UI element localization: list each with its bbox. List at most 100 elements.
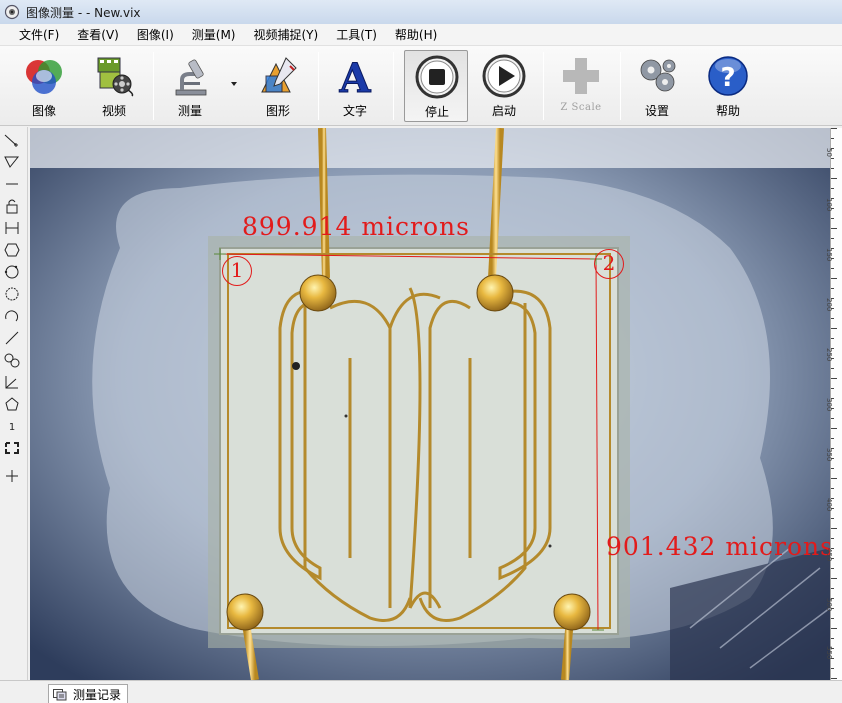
rectangle-select-icon[interactable] bbox=[2, 439, 22, 457]
ruler-tick bbox=[831, 128, 837, 129]
ruler-tick bbox=[831, 388, 834, 389]
start-button[interactable]: 启动 bbox=[474, 50, 534, 122]
ruler-tick bbox=[831, 318, 834, 319]
measure-dropdown-arrow[interactable] bbox=[231, 82, 237, 86]
ruler-tick bbox=[831, 168, 834, 169]
ruler-tick bbox=[831, 628, 837, 629]
pentagon-icon[interactable] bbox=[2, 395, 22, 413]
text-button[interactable]: A 文字 bbox=[325, 50, 385, 122]
image-rgb-icon bbox=[26, 60, 62, 94]
film-reel-icon bbox=[97, 57, 134, 97]
menu-measure[interactable]: 测量(M) bbox=[183, 24, 245, 45]
graphics-button[interactable]: 图形 bbox=[248, 50, 308, 122]
circle-fit-icon[interactable] bbox=[2, 285, 22, 303]
lock-icon[interactable] bbox=[2, 197, 22, 215]
menu-tools[interactable]: 工具(T) bbox=[327, 24, 386, 45]
horizontal-measurement-label[interactable]: 899.914 microns bbox=[242, 212, 470, 241]
ruler-tick bbox=[831, 538, 834, 539]
microscope-image[interactable] bbox=[30, 128, 830, 680]
bond-pad-top-left bbox=[299, 274, 337, 312]
horizontal-line-icon[interactable] bbox=[2, 175, 22, 193]
ruler-tick bbox=[831, 618, 834, 619]
ruler-tick bbox=[831, 178, 837, 179]
title-bar[interactable]: 图像测量 - - New.vix bbox=[0, 0, 842, 24]
angle-measure-icon[interactable] bbox=[2, 153, 22, 171]
ruler-tick bbox=[831, 378, 837, 379]
concentric-circle-icon[interactable] bbox=[2, 351, 22, 369]
stop-button[interactable]: 停止 bbox=[404, 50, 468, 122]
ruler-tick bbox=[831, 578, 837, 579]
menu-help[interactable]: 帮助(H) bbox=[386, 24, 446, 45]
play-icon bbox=[482, 54, 526, 98]
zscale-button[interactable]: Z Scale bbox=[551, 50, 611, 122]
ruler-tick bbox=[831, 588, 834, 589]
measurement-records-tab[interactable]: 测量记录 bbox=[48, 684, 129, 703]
help-question-icon: ? bbox=[708, 56, 748, 96]
arc-icon[interactable] bbox=[2, 307, 22, 325]
ruler-label: 50 bbox=[825, 148, 833, 157]
ruler-tick bbox=[831, 238, 834, 239]
ruler-tick bbox=[831, 138, 834, 139]
ruler-label: 200 bbox=[825, 298, 833, 312]
marker-2[interactable]: 2 bbox=[594, 249, 624, 279]
marker-1[interactable]: 1 bbox=[222, 256, 252, 286]
graphics-button-label: 图形 bbox=[265, 104, 290, 118]
video-button[interactable]: 视频 bbox=[84, 50, 144, 122]
polygon-icon[interactable] bbox=[2, 241, 22, 259]
width-measure-icon[interactable] bbox=[2, 219, 22, 237]
graphics-draw-icon bbox=[261, 57, 297, 93]
angle-icon[interactable] bbox=[2, 373, 22, 391]
ruler-tick bbox=[831, 218, 834, 219]
crosshair-icon[interactable] bbox=[2, 467, 22, 485]
ruler-label: 500 bbox=[825, 598, 833, 612]
help-button[interactable]: ? 帮助 bbox=[698, 50, 758, 122]
measure-button[interactable]: 测量 bbox=[160, 50, 220, 122]
menu-bar: 文件(F) 查看(V) 图像(I) 测量(M) 视频捕捉(Y) 工具(T) 帮助… bbox=[0, 24, 842, 46]
ruler-label: 100 bbox=[825, 198, 833, 212]
measurement-records-tab-label: 测量记录 bbox=[73, 688, 122, 702]
defect-speck bbox=[548, 544, 552, 548]
toolbar-separator bbox=[393, 52, 394, 120]
menu-image[interactable]: 图像(I) bbox=[128, 24, 183, 45]
app-window: 图像测量 - - New.vix 文件(F) 查看(V) 图像(I) 测量(M)… bbox=[0, 0, 842, 703]
stop-button-label: 停止 bbox=[424, 105, 449, 119]
plus-icon bbox=[563, 58, 599, 94]
main-toolbar: 图像 视频 测量 图形 A 文字 停止 启动 Z Scale 设置 ? 帮助 bbox=[0, 46, 842, 126]
toolbar-separator bbox=[153, 52, 154, 120]
ruler-tick bbox=[831, 488, 834, 489]
circle-three-point-icon[interactable] bbox=[2, 263, 22, 281]
defect-speck bbox=[344, 414, 348, 418]
counter-icon[interactable]: 1 bbox=[2, 417, 22, 435]
ruler-label: 350 bbox=[825, 448, 833, 462]
toolbar-separator bbox=[318, 52, 319, 120]
counter-number: 1 bbox=[9, 422, 15, 433]
vertical-measurement-label[interactable]: 901.432 microns bbox=[606, 532, 830, 561]
ruler-label: 400 bbox=[825, 498, 833, 512]
ruler-tick bbox=[831, 438, 834, 439]
ruler-tick bbox=[831, 668, 834, 669]
settings-button[interactable]: 设置 bbox=[627, 50, 687, 122]
defect-speck bbox=[292, 362, 300, 370]
ruler-tick bbox=[831, 638, 834, 639]
menu-video-capture[interactable]: 视频捕捉(Y) bbox=[244, 24, 327, 45]
text-a-icon: A bbox=[338, 55, 372, 99]
line-icon[interactable] bbox=[2, 329, 22, 347]
vertical-ruler: 50 100 150 200 250 300 350 400 450 500 5… bbox=[825, 128, 842, 680]
ruler-tick bbox=[831, 228, 837, 229]
image-button[interactable]: 图像 bbox=[14, 50, 74, 122]
ruler-tick bbox=[831, 368, 834, 369]
stop-icon bbox=[415, 55, 459, 99]
bond-pad-top-right bbox=[476, 274, 514, 312]
bottom-panel-bar: 测量记录 bbox=[0, 680, 842, 703]
ruler-tick bbox=[831, 568, 834, 569]
ruler-tick bbox=[831, 418, 834, 419]
bond-pad-bottom-left bbox=[226, 593, 264, 631]
menu-file[interactable]: 文件(F) bbox=[10, 24, 68, 45]
start-button-label: 启动 bbox=[491, 104, 516, 118]
menu-view[interactable]: 查看(V) bbox=[68, 24, 128, 45]
ruler-tick bbox=[831, 338, 834, 339]
toolbar-separator bbox=[543, 52, 544, 120]
point-measure-icon[interactable] bbox=[2, 131, 22, 149]
image-viewport[interactable]: 899.914 microns 901.432 microns 1 2 bbox=[30, 128, 830, 680]
top-glare-band bbox=[30, 128, 830, 168]
